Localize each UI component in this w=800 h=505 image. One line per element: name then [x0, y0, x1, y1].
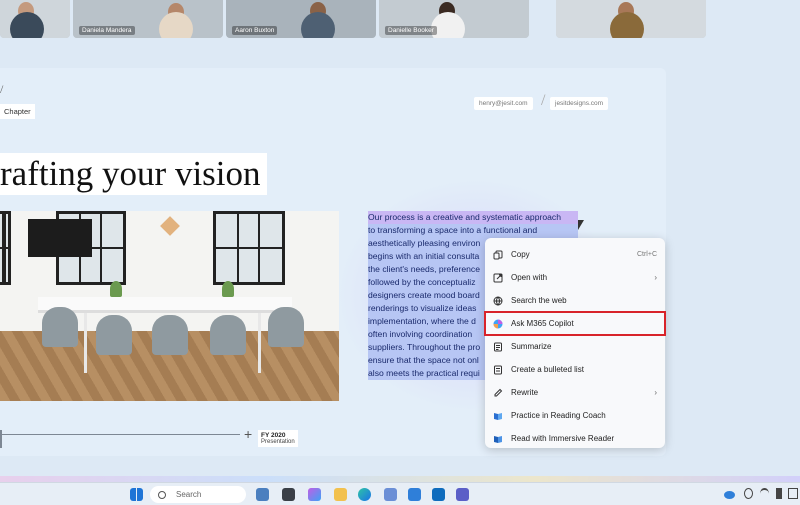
rewrite-icon — [493, 388, 503, 398]
photos-icon[interactable] — [384, 488, 397, 501]
context-menu: Copy Ctrl+C Open with › Search the web Ask M3… — [484, 238, 666, 450]
participant-tile-aaron[interactable]: Aaron Buxton — [226, 0, 376, 38]
start-icon[interactable] — [130, 488, 143, 501]
slide-slash: / — [0, 82, 4, 96]
menu-item-label: Copy — [511, 250, 530, 259]
plus-icon: + — [244, 426, 253, 442]
taskbar-search[interactable]: Search — [150, 486, 246, 503]
menu-item-label: Ask M365 Copilot — [511, 319, 574, 328]
slide-title: rafting your vision — [0, 153, 267, 195]
search-placeholder: Search — [176, 490, 202, 499]
menu-item-label: Create a bulleted list — [511, 365, 584, 374]
participant-tile-danielle[interactable]: Danielle Booker — [379, 0, 529, 38]
participant-tile-daniela[interactable]: Daniela Mandera — [73, 0, 223, 38]
menu-item-label: Practice in Reading Coach — [511, 411, 606, 420]
chapter-label: Chapter — [0, 104, 35, 119]
timeline-label: FY 2020 Presentation — [258, 430, 298, 447]
menu-item-search-the-web[interactable]: Search the web — [485, 289, 665, 312]
cloud-icon[interactable] — [724, 491, 735, 499]
menu-item-ask-m365-copilot[interactable]: Ask M365 Copilot — [484, 311, 666, 336]
edge-icon[interactable] — [358, 488, 371, 501]
menu-item-label: Read with Immersive Reader — [511, 434, 615, 443]
open-with-icon — [493, 273, 503, 283]
paragraph-line: to transforming a space into a functiona… — [368, 224, 578, 237]
timeline-year: FY 2020 — [261, 432, 286, 439]
wifi-icon[interactable] — [760, 488, 769, 499]
widgets-icon[interactable] — [282, 488, 295, 501]
network-globe-icon[interactable] — [744, 488, 753, 499]
participant-name: Danielle Booker — [385, 26, 437, 35]
chevron-right-icon: › — [654, 388, 657, 397]
bulleted-list-icon — [493, 365, 503, 375]
email-pill: henry@jesit.com — [474, 97, 533, 110]
menu-item-open-with[interactable]: Open with › — [485, 266, 665, 289]
taskbar: Search — [0, 482, 800, 505]
summarize-icon — [493, 342, 503, 352]
globe-icon — [493, 296, 503, 306]
menu-item-summarize[interactable]: Summarize — [485, 335, 665, 358]
menu-item-label: Rewrite — [511, 388, 539, 397]
pill-separator: / — [541, 92, 546, 109]
chevron-right-icon: › — [654, 273, 657, 282]
menu-item-practice-in-reading-coach[interactable]: Practice in Reading Coach — [485, 404, 665, 427]
mouse-cursor — [578, 220, 584, 230]
paragraph-line: Our process is a creative and systematic… — [368, 211, 578, 224]
immersive-reader-icon — [493, 434, 503, 444]
timeline-line — [0, 434, 240, 435]
copilot-app-icon[interactable] — [308, 488, 321, 501]
menu-item-create-a-bulleted-list[interactable]: Create a bulleted list — [485, 358, 665, 381]
menu-item-read-with-immersive-reader[interactable]: Read with Immersive Reader — [485, 427, 665, 450]
task-view-icon[interactable] — [256, 488, 269, 501]
menu-item-rewrite[interactable]: Rewrite › — [485, 381, 665, 404]
participant-name: Daniela Mandera — [79, 26, 135, 35]
timeline-subtitle: Presentation — [261, 439, 295, 445]
outlook-icon[interactable] — [432, 488, 445, 501]
participant-tile[interactable] — [0, 0, 70, 38]
shortcut-label: Ctrl+C — [636, 251, 657, 258]
menu-item-label: Search the web — [511, 296, 567, 305]
menu-item-label: Open with — [511, 273, 548, 282]
menu-item-copy[interactable]: Copy Ctrl+C — [485, 243, 665, 266]
copy-icon — [493, 250, 503, 260]
battery-icon[interactable] — [788, 488, 798, 499]
reading-coach-icon — [493, 411, 503, 421]
file-explorer-icon[interactable] — [334, 488, 347, 501]
room-photo — [0, 211, 339, 401]
teams-icon[interactable] — [456, 488, 469, 501]
speaker-icon[interactable] — [776, 488, 782, 499]
participant-name: Aaron Buxton — [232, 26, 278, 35]
search-icon — [158, 490, 166, 499]
timeline-tick — [0, 430, 2, 448]
tray-chevron-icon[interactable] — [706, 488, 715, 499]
menu-item-label: Summarize — [511, 342, 552, 351]
store-icon[interactable] — [408, 488, 421, 501]
website-pill: jesitdesigns.com — [550, 97, 609, 110]
participant-tile[interactable] — [556, 0, 706, 38]
participant-strip: Daniela Mandera Aaron Buxton Danielle Bo… — [0, 0, 800, 40]
copilot-icon — [493, 319, 503, 329]
